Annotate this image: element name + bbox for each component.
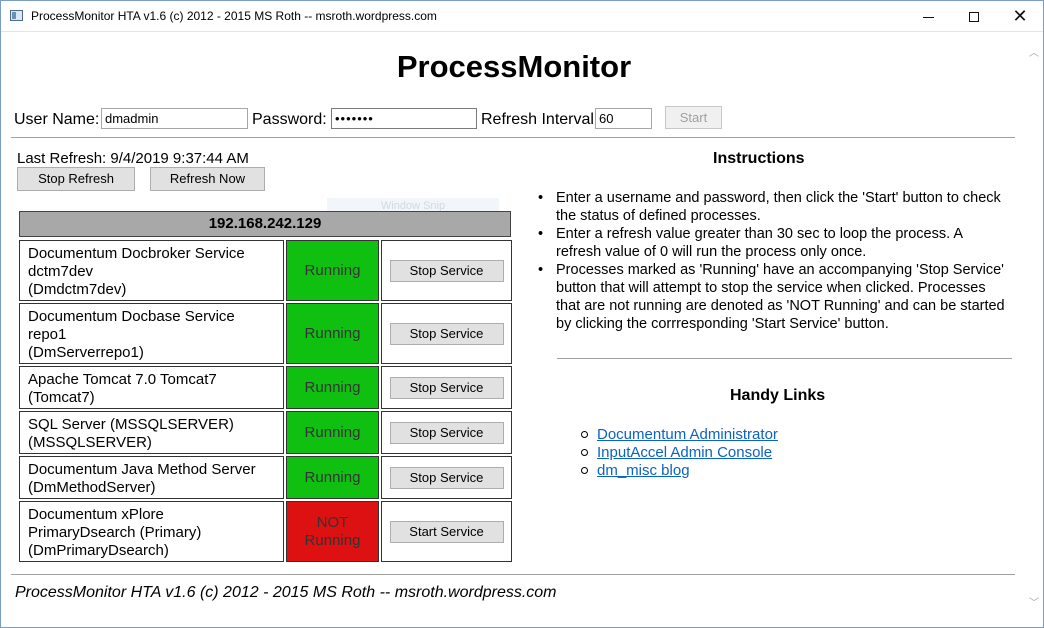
action-cell: Stop Service xyxy=(381,366,512,409)
link-documentum-administrator[interactable]: Documentum Administrator xyxy=(597,426,778,443)
status-badge: Running xyxy=(286,411,379,454)
status-badge: Running xyxy=(286,303,379,364)
service-name-cell: Documentum xPlore PrimaryDsearch (Primar… xyxy=(19,501,284,562)
handy-links-heading: Handy Links xyxy=(730,387,826,404)
maximize-button[interactable] xyxy=(951,1,997,31)
service-id: dctm7dev xyxy=(28,263,94,280)
action-cell: Stop Service xyxy=(381,456,512,499)
instructions-heading: Instructions xyxy=(713,150,805,167)
stop-service-button[interactable]: Stop Service xyxy=(389,466,504,489)
bullet-icon: • xyxy=(538,226,544,242)
service-name-cell: Apache Tomcat 7.0 Tomcat7 (Tomcat7) xyxy=(19,366,284,409)
password-input[interactable]: ••••••• xyxy=(331,108,477,129)
list-item: dm_misc blog xyxy=(581,462,778,480)
scroll-down-icon[interactable]: ﹀ xyxy=(1025,595,1043,613)
app-window: ProcessMonitor HTA v1.6 (c) 2012 - 2015 … xyxy=(0,0,1044,628)
list-item: • Enter a refresh value greater than 30 s… xyxy=(538,225,1011,261)
title-bar[interactable]: ProcessMonitor HTA v1.6 (c) 2012 - 2015 … xyxy=(1,1,1043,32)
service-title: SQL Server (MSSQLSERVER) xyxy=(28,416,234,433)
password-label: Password: xyxy=(252,111,327,128)
stop-service-button[interactable]: Stop Service xyxy=(389,322,504,345)
instructions-list: • Enter a username and password, then cli… xyxy=(538,189,1011,333)
instruction-text: Enter a refresh value greater than 30 se… xyxy=(556,226,963,260)
service-key: (Tomcat7) xyxy=(28,389,95,406)
refresh-now-button[interactable]: Refresh Now xyxy=(150,167,265,191)
instructions-divider xyxy=(557,358,1012,359)
action-cell: Stop Service xyxy=(381,411,512,454)
page-content: ProcessMonitor User Name: Password: ••••… xyxy=(3,33,1025,627)
minimize-button[interactable] xyxy=(905,1,951,31)
service-title: Documentum Java Method Server xyxy=(28,461,256,478)
link-dm-misc-blog[interactable]: dm_misc blog xyxy=(597,462,690,479)
start-service-button[interactable]: Start Service xyxy=(389,520,504,543)
scroll-up-icon[interactable]: ︿ xyxy=(1025,45,1043,63)
action-cell: Stop Service xyxy=(381,303,512,364)
service-name-cell: SQL Server (MSSQLSERVER) (MSSQLSERVER) xyxy=(19,411,284,454)
action-cell: Stop Service xyxy=(381,240,512,301)
status-badge: NOT Running xyxy=(286,501,379,562)
service-key: (DmServerrepo1) xyxy=(28,344,144,361)
list-item: • Processes marked as 'Running' have an a… xyxy=(538,261,1011,333)
last-refresh-text: Last Refresh: 9/4/2019 9:37:44 AM xyxy=(17,150,249,167)
page-title: ProcessMonitor xyxy=(396,49,632,84)
close-button[interactable]: ✕ xyxy=(997,1,1043,31)
username-label: User Name: xyxy=(14,111,100,128)
status-badge: Running xyxy=(286,240,379,301)
list-item: • Enter a username and password, then cli… xyxy=(538,189,1011,225)
maximize-icon xyxy=(969,12,979,23)
action-cell: Start Service xyxy=(381,501,512,562)
header-divider xyxy=(11,137,1015,138)
bullet-icon: • xyxy=(538,190,544,206)
footer-divider xyxy=(11,574,1015,575)
minimize-icon xyxy=(922,16,934,18)
service-name-cell: Documentum Docbase Service repo1 (DmServ… xyxy=(19,303,284,364)
host-header: 192.168.242.129 xyxy=(19,211,511,237)
bullet-icon: • xyxy=(538,262,544,278)
close-icon: ✕ xyxy=(1012,6,1028,26)
start-button[interactable]: Start xyxy=(665,106,722,129)
service-key: (DmPrimaryDsearch) xyxy=(28,542,169,559)
service-title: Apache Tomcat 7.0 Tomcat7 xyxy=(28,371,217,388)
handy-links-list: Documentum Administrator InputAccel Admi… xyxy=(581,426,778,480)
service-name-cell: Documentum Java Method Server (DmMethodS… xyxy=(19,456,284,499)
list-item: Documentum Administrator xyxy=(581,426,778,444)
username-input[interactable] xyxy=(101,108,248,129)
service-title: Documentum Docbase Service xyxy=(28,308,235,325)
refresh-interval-label: Refresh Interval: xyxy=(481,111,599,128)
status-badge: Running xyxy=(286,456,379,499)
status-text-not: NOT xyxy=(316,513,349,531)
service-key: (Dmdctm7dev) xyxy=(28,281,127,298)
circle-bullet-icon xyxy=(581,431,588,438)
stop-service-button[interactable]: Stop Service xyxy=(389,259,504,282)
instruction-text: Enter a username and password, then clic… xyxy=(556,190,1001,224)
service-name-cell: Documentum Docbroker Service dctm7dev (D… xyxy=(19,240,284,301)
service-title: Documentum xPlore xyxy=(28,506,164,523)
service-id: repo1 xyxy=(28,326,67,343)
circle-bullet-icon xyxy=(581,449,588,456)
instruction-text: Processes marked as 'Running' have an ac… xyxy=(556,262,1005,332)
circle-bullet-icon xyxy=(581,467,588,474)
status-badge: Running xyxy=(286,366,379,409)
stop-service-button[interactable]: Stop Service xyxy=(389,376,504,399)
service-title: Documentum Docbroker Service xyxy=(28,245,245,262)
footer-text: ProcessMonitor HTA v1.6 (c) 2012 - 2015 … xyxy=(15,584,557,601)
window-title: ProcessMonitor HTA v1.6 (c) 2012 - 2015 … xyxy=(31,9,437,23)
vertical-scrollbar[interactable]: ︿ ﹀ xyxy=(1025,33,1043,627)
stop-service-button[interactable]: Stop Service xyxy=(389,421,504,444)
stop-refresh-button[interactable]: Stop Refresh xyxy=(17,167,135,191)
app-icon xyxy=(10,10,23,21)
link-inputaccel-admin-console[interactable]: InputAccel Admin Console xyxy=(597,444,772,461)
service-key: (MSSQLSERVER) xyxy=(28,434,152,451)
refresh-interval-input[interactable] xyxy=(595,108,652,129)
status-text-running: Running xyxy=(304,531,361,549)
service-id: PrimaryDsearch (Primary) xyxy=(28,524,202,541)
service-key: (DmMethodServer) xyxy=(28,479,156,496)
list-item: InputAccel Admin Console xyxy=(581,444,778,462)
